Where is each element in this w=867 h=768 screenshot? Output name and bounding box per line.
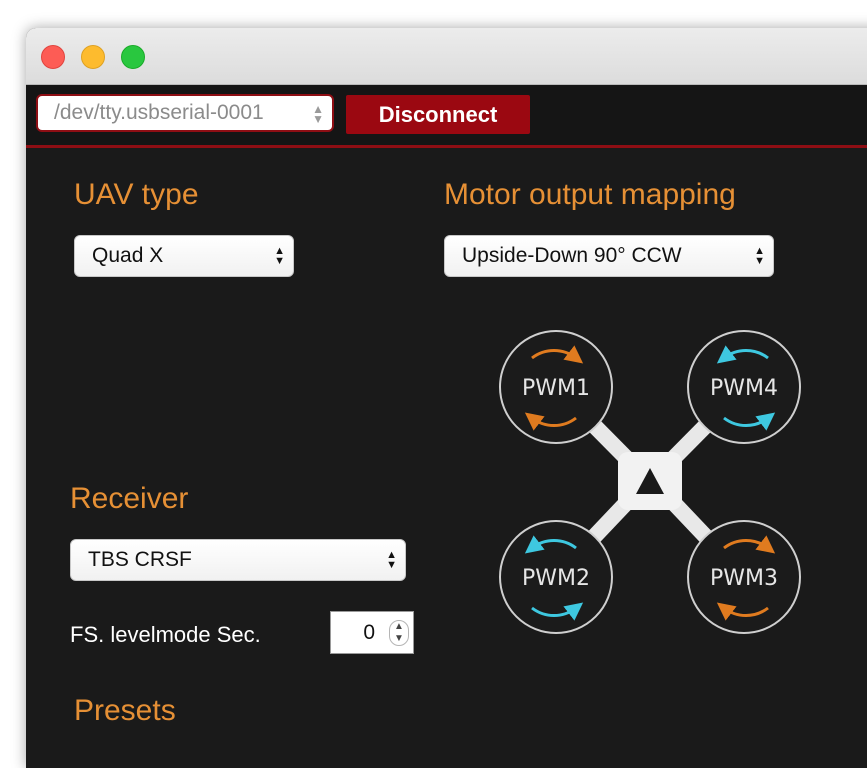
- connection-toolbar: /dev/tty.usbserial-0001 ▲ ▼ Disconnect: [26, 85, 867, 148]
- serial-port-value: /dev/tty.usbserial-0001: [54, 101, 264, 124]
- motor-mapping-value: Upside-Down 90° CCW: [462, 244, 682, 267]
- motor-label: PWM1: [522, 376, 590, 401]
- motor-mapping-heading: Motor output mapping: [444, 178, 736, 211]
- receiver-select[interactable]: TBS CRSF ▲ ▼: [70, 539, 406, 581]
- close-window-button[interactable]: [41, 45, 65, 69]
- motor-label: PWM3: [710, 566, 778, 591]
- motor-label: PWM2: [522, 566, 590, 591]
- flight-controller-body: [618, 452, 682, 510]
- select-arrows-icon: ▲ ▼: [274, 245, 285, 267]
- select-arrows-icon: ▲ ▼: [754, 245, 765, 267]
- receiver-heading: Receiver: [70, 482, 189, 515]
- motor-pwm3: PWM3: [687, 520, 801, 634]
- fs-levelmode-input[interactable]: 0 ▲ ▼: [330, 611, 414, 654]
- fs-levelmode-label: FS. levelmode Sec.: [70, 622, 261, 647]
- select-arrows-icon: ▲ ▼: [386, 549, 397, 571]
- uav-type-heading: UAV type: [74, 178, 199, 211]
- fs-levelmode-value: 0: [363, 621, 375, 644]
- motor-label: PWM4: [710, 376, 778, 401]
- motor-pwm2: PWM2: [499, 520, 613, 634]
- motor-layout-diagram: PWM1 PWM4 PWM2 PWM3: [499, 330, 801, 634]
- motor-pwm1: PWM1: [499, 330, 613, 444]
- title-bar: [26, 28, 867, 85]
- motor-pwm4: PWM4: [687, 330, 801, 444]
- select-arrows-icon: ▲ ▼: [312, 102, 324, 126]
- presets-heading: Presets: [74, 694, 176, 727]
- minimize-window-button[interactable]: [81, 45, 105, 69]
- receiver-value: TBS CRSF: [88, 548, 192, 571]
- stepper-icon[interactable]: ▲ ▼: [389, 620, 409, 646]
- uav-type-value: Quad X: [92, 244, 164, 267]
- disconnect-button[interactable]: Disconnect: [346, 95, 530, 134]
- serial-port-select[interactable]: /dev/tty.usbserial-0001 ▲ ▼: [36, 94, 334, 132]
- motor-mapping-select[interactable]: Upside-Down 90° CCW ▲ ▼: [444, 235, 774, 277]
- zoom-window-button[interactable]: [121, 45, 145, 69]
- uav-type-select[interactable]: Quad X ▲ ▼: [74, 235, 294, 277]
